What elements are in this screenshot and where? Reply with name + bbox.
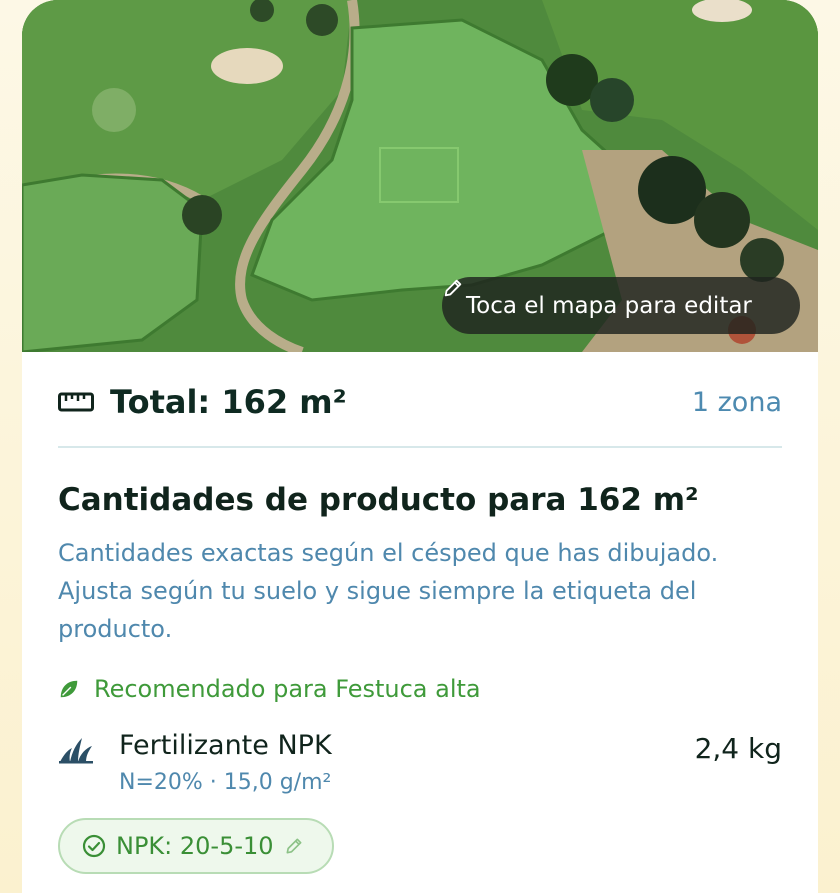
area-summary: Total: 162 m² 1 zona bbox=[58, 372, 782, 432]
divider bbox=[58, 446, 782, 448]
edit-map-hint[interactable]: Toca el mapa para editar bbox=[442, 277, 800, 334]
npk-ratio-chip[interactable]: NPK: 20-5-10 bbox=[58, 818, 334, 874]
pencil-icon bbox=[286, 838, 302, 854]
pencil-icon bbox=[444, 279, 462, 297]
grass-icon bbox=[58, 734, 94, 768]
zone-count: 1 zona bbox=[691, 386, 782, 418]
total-area: Total: 162 m² bbox=[110, 383, 347, 421]
recommendation-label: Recomendado para Festuca alta bbox=[94, 675, 481, 703]
check-circle-icon bbox=[82, 834, 106, 858]
product-quantities-description: Cantidades exactas según el césped que h… bbox=[58, 539, 719, 643]
product-detail: N=20% · 15,0 g/m² bbox=[119, 770, 332, 795]
recommendation-note: Recomendado para Festuca alta bbox=[58, 672, 481, 706]
product-amount: 2,4 kg bbox=[694, 732, 782, 765]
product-name: Fertilizante NPK bbox=[119, 730, 332, 761]
satellite-map[interactable]: Toca el mapa para editar bbox=[22, 0, 818, 352]
ruler-icon bbox=[58, 391, 94, 413]
leaf-icon bbox=[60, 680, 78, 698]
product-quantities-title: Cantidades de producto para 162 m² bbox=[58, 482, 699, 518]
product-row: Fertilizante NPK N=20% · 15,0 g/m² 2,4 k… bbox=[58, 730, 782, 806]
edit-map-hint-label: Toca el mapa para editar bbox=[466, 292, 752, 319]
lawn-card: Toca el mapa para editar Total: 162 m² 1… bbox=[22, 0, 818, 893]
npk-ratio-label: NPK: 20-5-10 bbox=[116, 832, 274, 860]
